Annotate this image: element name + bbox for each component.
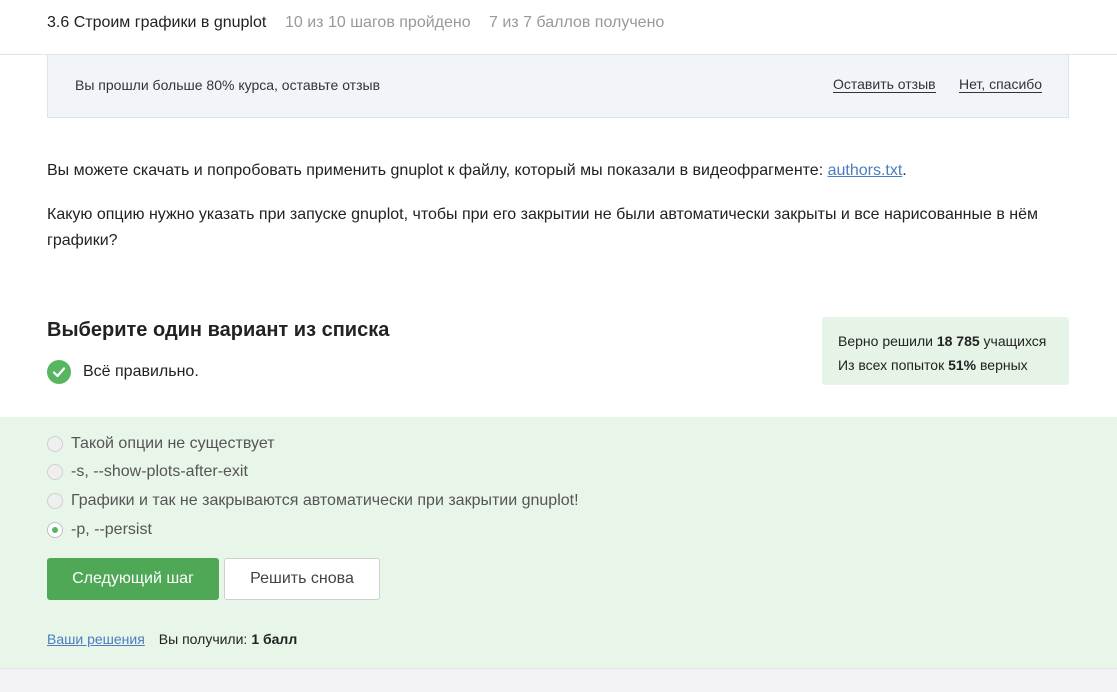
download-paragraph: Вы можете скачать и попробовать применит… bbox=[47, 160, 907, 182]
stats-attempts: Из всех попыток 51% верных bbox=[838, 357, 1028, 373]
points-progress: 7 из 7 баллов получено bbox=[489, 14, 665, 31]
option-no-such-option[interactable]: Такой опции не существует bbox=[47, 433, 275, 455]
review-banner: Вы прошли больше 80% курса, оставьте отз… bbox=[47, 55, 1069, 118]
correct-status-text: Всё правильно. bbox=[83, 363, 199, 380]
stats-panel: Верно решили 18 785 учащихся Из всех поп… bbox=[822, 317, 1069, 385]
correct-status: Всё правильно. bbox=[47, 360, 199, 384]
bottom-strip bbox=[0, 668, 1117, 692]
received-points: 1 балл bbox=[251, 631, 298, 647]
solve-again-button[interactable]: Решить снова bbox=[224, 558, 380, 600]
radio-button[interactable] bbox=[47, 464, 63, 480]
option-label: Графики и так не закрываются автоматичес… bbox=[71, 492, 579, 509]
download-suffix: . bbox=[902, 162, 907, 179]
radio-button-selected[interactable] bbox=[47, 522, 63, 538]
option-label: -s, --show-plots-after-exit bbox=[71, 463, 248, 480]
radio-button[interactable] bbox=[47, 436, 63, 452]
review-banner-text: Вы прошли больше 80% курса, оставьте отз… bbox=[75, 77, 381, 93]
top-bar: 3.6 Строим графики в gnuplot 10 из 10 ша… bbox=[0, 0, 1117, 55]
no-thanks-link[interactable]: Нет, спасибо bbox=[959, 77, 1043, 93]
result-line: Ваши решения Вы получили: 1 балл bbox=[47, 631, 297, 647]
radio-dot bbox=[52, 527, 58, 533]
leave-review-link[interactable]: Оставить отзыв bbox=[833, 77, 936, 93]
next-step-button[interactable]: Следующий шаг bbox=[47, 558, 219, 600]
option-persist[interactable]: -p, --persist bbox=[47, 519, 152, 541]
solved-count: 18 785 bbox=[936, 333, 980, 349]
received-label: Вы получили: bbox=[158, 631, 248, 647]
question-text: Какую опцию нужно указать при запуске gn… bbox=[47, 206, 1039, 249]
answers-panel: Такой опции не существует -s, --show-plo… bbox=[0, 417, 1117, 668]
option-plots-not-closed[interactable]: Графики и так не закрываются автоматичес… bbox=[47, 490, 579, 512]
steps-progress: 10 из 10 шагов пройдено bbox=[285, 14, 471, 31]
option-label: Такой опции не существует bbox=[71, 435, 275, 452]
quiz-heading: Выберите один вариант из списка bbox=[47, 319, 390, 341]
download-text: Вы можете скачать и попробовать применит… bbox=[47, 162, 828, 179]
option-label: -p, --persist bbox=[71, 521, 152, 538]
option-show-plots-after-exit[interactable]: -s, --show-plots-after-exit bbox=[47, 461, 248, 483]
lesson-title: 3.6 Строим графики в gnuplot bbox=[47, 14, 267, 31]
your-solutions-link[interactable]: Ваши решения bbox=[47, 631, 145, 647]
attempts-percent: 51% bbox=[948, 357, 977, 373]
authors-file-link[interactable]: authors.txt bbox=[828, 162, 903, 179]
radio-button[interactable] bbox=[47, 493, 63, 509]
check-circle-icon bbox=[47, 360, 71, 384]
stats-solved: Верно решили 18 785 учащихся bbox=[838, 333, 1047, 349]
